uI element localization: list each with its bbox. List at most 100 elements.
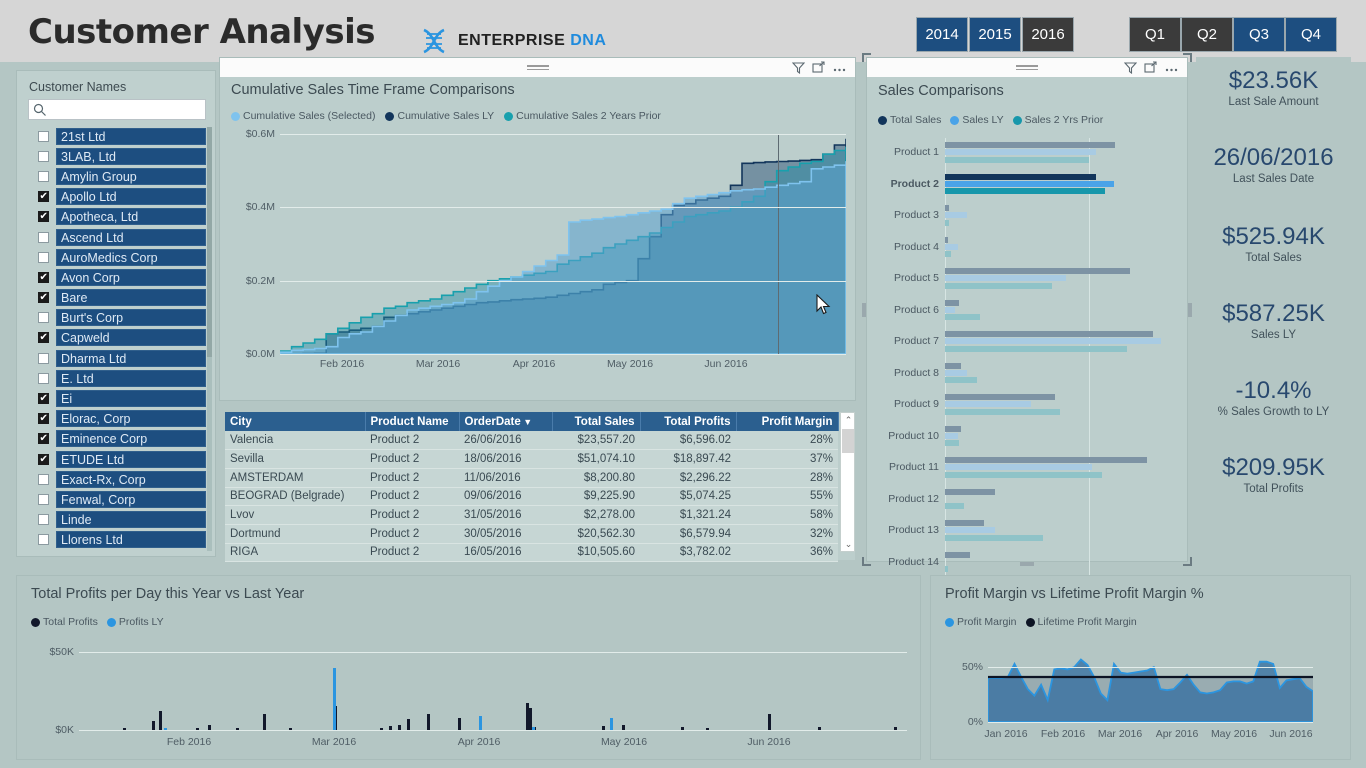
table-scroll-thumb[interactable] (842, 429, 854, 453)
checkbox[interactable] (38, 372, 49, 384)
search-box[interactable] (28, 99, 206, 120)
bar-group-4[interactable]: Product 5 (894, 268, 1167, 300)
year-chip-2014[interactable]: 2014 (916, 17, 968, 52)
year-chip-2015[interactable]: 2015 (969, 17, 1021, 52)
bar-total-sales[interactable] (945, 551, 970, 558)
column-header-total-profits[interactable]: Total Profits (640, 412, 737, 431)
bar-sales-2-yrs-prior[interactable] (945, 345, 1127, 352)
bar-sales-ly[interactable] (945, 338, 1162, 345)
bar-total-profits[interactable] (622, 725, 626, 730)
bar-sales-ly[interactable] (945, 432, 958, 439)
bar-total-profits[interactable] (379, 728, 383, 730)
total-profits-plot[interactable]: $0K $50K Feb 2016 Mar 2016 Apr 2016 May 2016 J… (49, 646, 907, 748)
column-header-product-name[interactable]: Product Name (365, 412, 460, 431)
bar-profits-ly[interactable] (163, 728, 167, 730)
bar-total-profits[interactable] (407, 719, 411, 730)
bar-total-sales[interactable] (945, 425, 961, 432)
bar-total-sales[interactable] (945, 488, 996, 495)
bar-total-sales[interactable] (945, 394, 1055, 401)
table-row[interactable]: BEOGRAD (Belgrade) Product 2 09/06/2016 $9,… (225, 487, 838, 507)
column-header-total-sales[interactable]: Total Sales (552, 412, 641, 431)
checkbox[interactable] (38, 352, 49, 364)
bar-total-profits[interactable] (706, 727, 710, 730)
column-header-orderdate[interactable]: OrderDate ▼ (459, 412, 553, 431)
bar-group-7[interactable]: Product 8 (894, 362, 1167, 395)
table-header-row[interactable]: City Product Name OrderDate ▼ Total Sales To… (225, 412, 839, 431)
table-scrollbar[interactable]: ⌃ ⌄ (840, 412, 855, 552)
cumulative-chart-plot[interactable]: $0.0M $0.2M $0.4M $0.6M Feb 2016 Mar 2016 Apr … (246, 128, 847, 370)
checkbox[interactable] (38, 231, 49, 243)
quarter-chip-Q4[interactable]: Q4 (1285, 17, 1337, 52)
slicer-item-5[interactable]: Ascend Ltd (28, 227, 206, 247)
bar-profits-ly[interactable] (532, 726, 536, 730)
bar-sales-2-yrs-prior[interactable] (945, 471, 1103, 478)
bar-total-profits[interactable] (208, 724, 212, 730)
bar-group-8[interactable]: Product 9 (894, 394, 1167, 426)
bar-group-3[interactable]: Product 4 (894, 236, 1167, 269)
bar-group-0[interactable]: Product 1 (894, 142, 1167, 174)
bar-total-profits[interactable] (389, 726, 393, 730)
bar-profits-ly[interactable] (479, 715, 483, 730)
slicer-item-4[interactable]: Apotheca, Ltd (28, 207, 206, 227)
slicer-item-10[interactable]: Capweld (28, 328, 206, 348)
slicer-item-1[interactable]: 3LAB, Ltd (28, 146, 206, 166)
checkbox[interactable] (38, 413, 49, 425)
bar-total-profits[interactable] (263, 713, 267, 730)
bar-total-sales[interactable] (945, 331, 1153, 338)
column-header-city[interactable]: City (225, 412, 366, 431)
bar-sales-ly[interactable] (945, 243, 958, 250)
bar-sales-ly[interactable] (945, 275, 1067, 282)
bar-total-profits[interactable] (159, 711, 163, 730)
slicer-item-12[interactable]: E. Ltd (28, 368, 206, 388)
bar-total-sales[interactable] (945, 299, 960, 306)
more-options-icon[interactable] (832, 61, 847, 74)
profit-margin-plot[interactable]: 0% 50% Jan 2016 Feb 2016 Mar 2016 Apr 2016 May… (962, 654, 1314, 740)
filter-icon[interactable] (792, 61, 805, 74)
slicer-item-16[interactable]: ETUDE Ltd (28, 449, 206, 469)
slicer-item-21[interactable]: Medline (28, 550, 206, 551)
bar-total-profits[interactable] (458, 717, 462, 730)
bar-total-sales[interactable] (945, 173, 1097, 180)
bar-group-1[interactable]: Product 2 (891, 173, 1167, 206)
checkbox[interactable] (38, 433, 49, 445)
quarter-chip-Q2[interactable]: Q2 (1181, 17, 1233, 52)
slicer-item-18[interactable]: Fenwal, Corp (28, 489, 206, 509)
filter-icon[interactable] (1124, 61, 1137, 74)
checkbox[interactable] (38, 211, 49, 223)
checkbox[interactable] (38, 312, 49, 324)
slicer-item-17[interactable]: Exact-Rx, Corp (28, 469, 206, 489)
bar-sales-ly[interactable] (945, 527, 996, 534)
checkbox[interactable] (38, 271, 49, 283)
bar-group-10[interactable]: Product 11 (889, 457, 1167, 489)
bar-sales-ly[interactable] (945, 149, 1097, 156)
table-row[interactable]: Lvov Product 2 31/05/2016 $2,278.00 $1,321.2… (225, 505, 838, 525)
table-row[interactable]: Dortmund Product 2 30/05/2016 $20,562.30 $6,… (225, 524, 838, 544)
bar-group-11[interactable]: Product 12 (888, 488, 1167, 521)
slicer-item-11[interactable]: Dharma Ltd (28, 348, 206, 368)
scroll-up-icon[interactable]: ⌃ (841, 413, 856, 427)
bar-sales-2-yrs-prior[interactable] (945, 219, 949, 226)
table-row[interactable]: Sevilla Product 2 18/06/2016 $51,074.10 $18,… (225, 449, 838, 469)
bar-total-profits[interactable] (288, 728, 292, 730)
bar-total-profits[interactable] (427, 714, 431, 730)
bar-sales-2-yrs-prior[interactable] (945, 251, 952, 258)
slicer-item-8[interactable]: Bare (28, 288, 206, 308)
checkbox[interactable] (38, 514, 49, 526)
drag-grip-icon[interactable] (526, 65, 549, 70)
focus-mode-icon[interactable] (812, 61, 825, 74)
focus-mode-icon[interactable] (1144, 61, 1157, 74)
scroll-down-icon[interactable]: ⌄ (841, 537, 856, 551)
slicer-item-2[interactable]: Amylin Group (28, 166, 206, 186)
slicer-item-15[interactable]: Eminence Corp (28, 429, 206, 449)
bar-total-profits[interactable] (122, 728, 126, 730)
slicer-scroll-thumb[interactable] (207, 127, 212, 357)
more-options-icon[interactable] (1164, 61, 1179, 74)
bar-sales-2-yrs-prior[interactable] (945, 188, 1105, 195)
bar-total-sales[interactable] (945, 205, 950, 212)
checkbox[interactable] (38, 251, 49, 263)
quarter-chip-Q3[interactable]: Q3 (1233, 17, 1285, 52)
bar-sales-2-yrs-prior[interactable] (945, 534, 1044, 541)
sales-detail-table[interactable]: City Product Name OrderDate ▼ Total Sales To… (225, 412, 855, 563)
bar-profits-ly[interactable] (610, 717, 614, 730)
quarter-chip-Q1[interactable]: Q1 (1129, 17, 1181, 52)
